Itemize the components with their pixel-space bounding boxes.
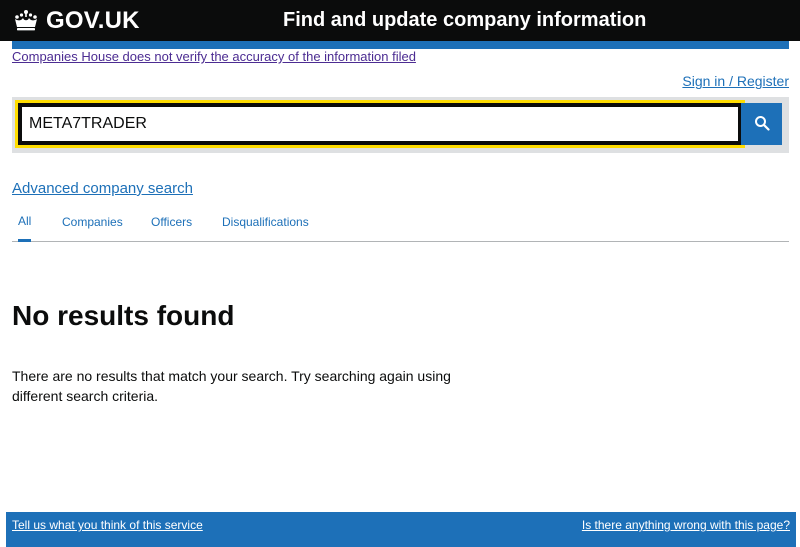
sign-in-register-link[interactable]: Sign in / Register — [682, 73, 789, 89]
header-blue-bar — [12, 41, 789, 49]
advanced-company-search-link[interactable]: Advanced company search — [12, 180, 193, 197]
search-button[interactable] — [741, 103, 782, 145]
tab-officers[interactable]: Officers — [151, 206, 192, 242]
report-problem-link[interactable]: Is there anything wrong with this page? — [582, 518, 790, 532]
no-results-heading: No results found — [12, 300, 235, 331]
disclaimer-link[interactable]: Companies House does not verify the accu… — [12, 49, 416, 64]
tab-disqualifications[interactable]: Disqualifications — [222, 206, 309, 242]
feedback-link[interactable]: Tell us what you think of this service — [12, 518, 203, 532]
crown-icon — [12, 9, 40, 33]
tab-all[interactable]: All — [18, 206, 32, 242]
service-name[interactable]: Find and update company information — [283, 0, 646, 41]
search-result-tabs: All Companies Officers Disqualifications — [12, 206, 789, 242]
no-results-message: There are no results that match your sea… — [12, 368, 451, 404]
govuk-logo-link[interactable]: GOV.UK — [12, 0, 140, 41]
search-icon — [754, 115, 770, 134]
tab-companies[interactable]: Companies — [62, 206, 123, 242]
search-input[interactable] — [15, 100, 745, 148]
feedback-footer: Tell us what you think of this service I… — [6, 512, 796, 547]
govuk-brand-text: GOV.UK — [46, 6, 140, 34]
site-header: GOV.UK Find and update company informati… — [0, 0, 800, 41]
search-panel — [12, 97, 789, 153]
